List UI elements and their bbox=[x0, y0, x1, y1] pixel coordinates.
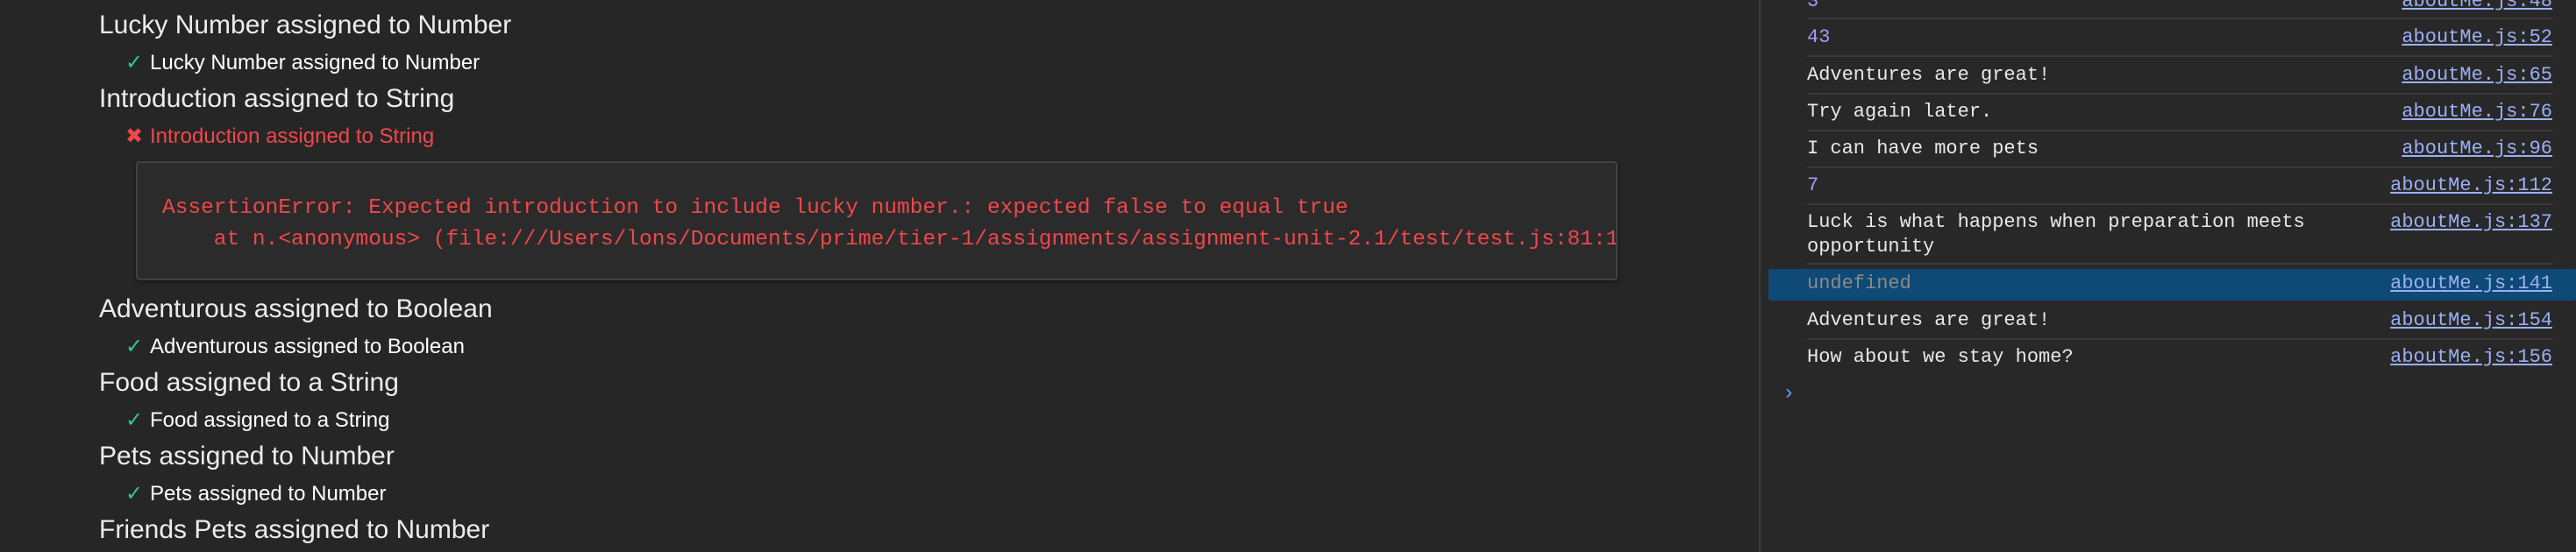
test-label[interactable]: Lucky Number assigned to Number bbox=[150, 51, 480, 75]
source-link[interactable]: aboutMe.js:65 bbox=[2402, 63, 2552, 88]
console-prompt-chevron-icon[interactable]: › bbox=[1783, 382, 1795, 406]
console-message: 7 bbox=[1807, 174, 1819, 196]
console-row[interactable]: Adventures are great! aboutMe.js:154 bbox=[1807, 308, 2552, 340]
mocha-report: Lucky Number assigned to Number ✓ Lucky … bbox=[0, 0, 1759, 552]
console-message: 3 bbox=[1807, 0, 1819, 12]
console-row[interactable]: Try again later. aboutMe.js:76 bbox=[1807, 100, 2552, 131]
source-link[interactable]: aboutMe.js:112 bbox=[2390, 173, 2552, 198]
error-stack-box: AssertionError: Expected introduction to… bbox=[136, 161, 1618, 280]
console-row[interactable]: How about we stay home? aboutMe.js:156 bbox=[1807, 345, 2552, 375]
error-stack: AssertionError: Expected introduction to… bbox=[162, 193, 1618, 256]
test-label[interactable]: Introduction assigned to String bbox=[150, 124, 434, 149]
suite-title[interactable]: Friends Pets assigned to Number bbox=[99, 515, 489, 545]
check-icon: ✓ bbox=[125, 335, 144, 358]
test-item[interactable]: ✓ Food assigned to a String bbox=[125, 407, 390, 433]
suite-title[interactable]: Lucky Number assigned to Number bbox=[99, 11, 511, 40]
console-message: undefined bbox=[1807, 272, 1911, 294]
source-link[interactable]: aboutMe.js:52 bbox=[2402, 25, 2552, 50]
suite-title[interactable]: Food assigned to a String bbox=[99, 368, 399, 398]
test-label[interactable]: Food assigned to a String bbox=[150, 408, 390, 433]
test-item[interactable]: ✓ Adventurous assigned to Boolean bbox=[125, 334, 465, 359]
console-row[interactable]: Luck is what happens when preparation me… bbox=[1807, 210, 2552, 265]
suite-title[interactable]: Adventurous assigned to Boolean bbox=[99, 294, 493, 324]
source-link[interactable]: aboutMe.js:156 bbox=[2390, 345, 2552, 370]
source-link[interactable]: aboutMe.js:48 bbox=[2402, 0, 2552, 14]
console-message: Luck is what happens when preparation me… bbox=[1807, 211, 2316, 258]
cross-icon: ✖ bbox=[125, 124, 144, 148]
console-row[interactable]: 3 aboutMe.js:48 bbox=[1807, 0, 2552, 19]
suite-title[interactable]: Pets assigned to Number bbox=[99, 442, 395, 471]
source-link[interactable]: aboutMe.js:141 bbox=[2390, 272, 2552, 296]
test-label[interactable]: Adventurous assigned to Boolean bbox=[150, 335, 465, 359]
devtools-console: 3 aboutMe.js:48 43 aboutMe.js:52 Adventu… bbox=[1761, 0, 2576, 552]
console-message: 43 bbox=[1807, 26, 1831, 48]
console-message: How about we stay home? bbox=[1807, 346, 2074, 368]
source-link[interactable]: aboutMe.js:137 bbox=[2390, 210, 2552, 235]
source-link[interactable]: aboutMe.js:76 bbox=[2402, 100, 2552, 124]
source-link[interactable]: aboutMe.js:154 bbox=[2390, 308, 2552, 333]
console-row[interactable]: 7 aboutMe.js:112 bbox=[1807, 173, 2552, 205]
console-message: Adventures are great! bbox=[1807, 309, 2051, 331]
source-link[interactable]: aboutMe.js:96 bbox=[2402, 137, 2552, 161]
error-trace: at n.<anonymous> (file:///Users/lons/Doc… bbox=[162, 228, 1618, 251]
console-message: Try again later. bbox=[1807, 101, 1993, 123]
check-icon: ✓ bbox=[125, 408, 144, 432]
console-row[interactable]: Adventures are great! aboutMe.js:65 bbox=[1807, 63, 2552, 95]
test-item[interactable]: ✓ Lucky Number assigned to Number bbox=[125, 50, 480, 75]
error-message: AssertionError: Expected introduction to… bbox=[162, 196, 1348, 220]
check-icon: ✓ bbox=[125, 51, 144, 74]
console-row[interactable]: 43 aboutMe.js:52 bbox=[1807, 25, 2552, 57]
check-icon: ✓ bbox=[125, 482, 144, 506]
test-item[interactable]: ✖ Introduction assigned to String bbox=[125, 124, 434, 149]
console-message: I can have more pets bbox=[1807, 138, 2039, 159]
test-item[interactable]: ✓ Pets assigned to Number bbox=[125, 481, 386, 506]
suite-title[interactable]: Introduction assigned to String bbox=[99, 84, 454, 114]
test-label[interactable]: Pets assigned to Number bbox=[150, 482, 386, 506]
console-message: Adventures are great! bbox=[1807, 64, 2051, 86]
console-row-selected[interactable]: undefined aboutMe.js:141 bbox=[1807, 272, 2552, 301]
console-row[interactable]: I can have more pets aboutMe.js:96 bbox=[1807, 137, 2552, 168]
